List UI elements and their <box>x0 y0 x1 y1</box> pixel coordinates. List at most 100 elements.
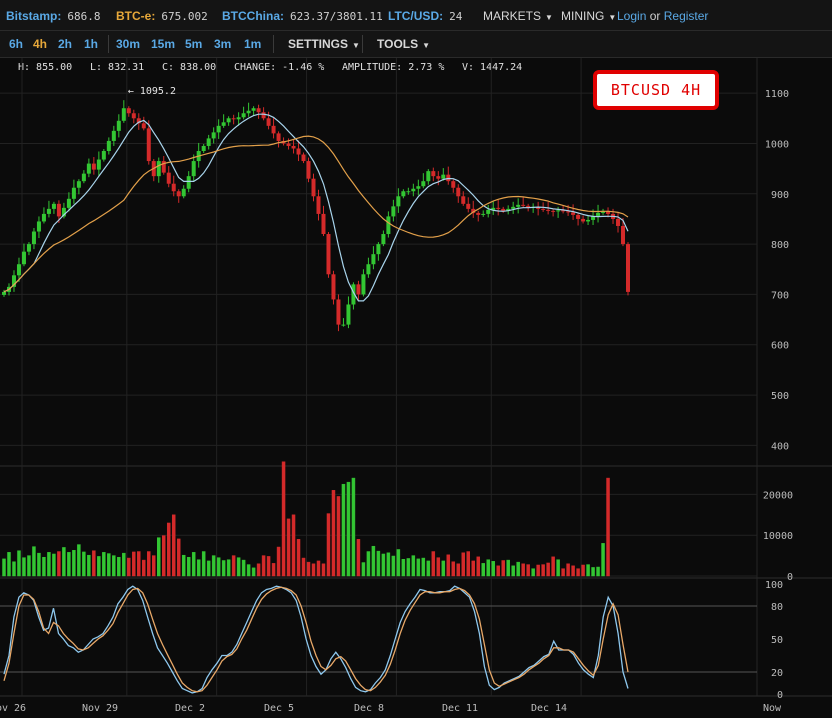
mining-menu[interactable]: MINING ▼ <box>561 9 616 23</box>
volume-bar <box>17 550 21 577</box>
date-tick-label: Dec 2 <box>175 703 205 714</box>
volume-bar <box>157 537 161 577</box>
volume-tick-label: 10000 <box>763 531 793 542</box>
volume-bar <box>67 552 71 577</box>
candle-body <box>2 291 6 295</box>
candle-body <box>421 181 426 187</box>
volume-bar <box>171 514 176 577</box>
candle-body <box>401 191 406 197</box>
toolbar-divider <box>273 35 274 53</box>
candle-body <box>126 108 131 114</box>
volume-bar <box>486 559 490 577</box>
ticker-bitstamp[interactable]: Bitstamp: 686.8 <box>6 9 100 23</box>
register-link[interactable]: Register <box>664 9 709 23</box>
volume-bar <box>421 557 426 577</box>
period-1m-button[interactable]: 1m <box>244 37 261 51</box>
candle-body <box>571 212 576 215</box>
candle-body <box>26 244 31 252</box>
volume-bar <box>566 563 570 577</box>
candle-body <box>546 209 551 211</box>
candle-body <box>146 128 151 162</box>
volume-bar <box>436 557 441 577</box>
volume-bar <box>231 555 236 577</box>
period-1h-button[interactable]: 1h <box>84 37 98 51</box>
candle-body <box>241 113 246 118</box>
period-30m-button[interactable]: 30m <box>116 37 140 51</box>
volume-bar <box>591 567 595 577</box>
candle-body <box>526 205 531 208</box>
candle-body <box>301 154 306 162</box>
volume-bar <box>186 556 191 577</box>
volume-bar <box>22 557 26 577</box>
candle-body <box>36 221 41 232</box>
volume-bar <box>236 557 241 577</box>
ticker-ltcusd[interactable]: LTC/USD: 24 <box>388 9 462 23</box>
candle-body <box>351 284 356 305</box>
volume-bar <box>206 560 211 577</box>
volume-bar <box>166 522 171 577</box>
volume-bar <box>446 554 451 577</box>
period-15m-button[interactable]: 15m <box>151 37 175 51</box>
volume-bar <box>336 496 341 577</box>
candle-body <box>206 138 211 146</box>
candle-body <box>611 213 616 219</box>
candle-body <box>446 174 451 182</box>
volume-bar <box>601 543 605 577</box>
stochastic-k-line <box>3 585 629 694</box>
ticker-btce[interactable]: BTC-e: 675.002 <box>116 9 208 23</box>
candle-body <box>161 161 166 173</box>
stochastic-d-line <box>3 586 629 693</box>
markets-menu[interactable]: MARKETS ▼ <box>483 9 553 23</box>
volume-bar <box>606 477 610 577</box>
candle-body <box>406 191 411 193</box>
candle-body <box>521 204 526 206</box>
volume-bar <box>386 552 391 577</box>
candle-body <box>556 210 561 212</box>
candle-body <box>216 125 221 133</box>
login-link[interactable]: Login <box>617 9 646 23</box>
volume-bar <box>276 546 281 577</box>
volume-bar <box>501 560 505 577</box>
tools-menu[interactable]: TOOLS ▼ <box>377 37 430 51</box>
period-3m-button[interactable]: 3m <box>214 37 231 51</box>
candle-body <box>71 187 76 199</box>
date-tick-label: Nov 29 <box>82 703 118 714</box>
candle-body <box>491 207 496 210</box>
volume-bar <box>396 549 401 577</box>
candle-body <box>576 214 581 219</box>
candle-body <box>486 209 491 214</box>
volume-bar <box>147 551 151 577</box>
volume-bar <box>62 547 66 577</box>
volume-bar <box>107 553 111 577</box>
volume-bar <box>246 564 251 577</box>
candle-body <box>331 274 336 300</box>
candle-body <box>101 151 106 160</box>
volume-bar <box>181 554 186 577</box>
period-6h-button[interactable]: 6h <box>9 37 23 51</box>
candle-body <box>426 171 431 182</box>
date-tick-label: Nov 26 <box>0 703 26 714</box>
period-2h-button[interactable]: 2h <box>58 37 72 51</box>
candle-body <box>91 163 96 170</box>
volume-bar <box>72 550 76 577</box>
period-4h-button[interactable]: 4h <box>33 37 47 51</box>
volume-bar <box>476 556 480 577</box>
candle-body <box>581 218 586 222</box>
mining-menu-label: MINING <box>561 9 605 23</box>
volume-bar <box>496 565 500 577</box>
settings-menu[interactable]: SETTINGS ▼ <box>288 37 360 51</box>
volume-bar <box>97 556 101 577</box>
volume-bar <box>201 551 206 577</box>
ticker-btcchina[interactable]: BTCChina: 623.37/3801.11 <box>222 9 383 23</box>
candle-body <box>11 275 16 287</box>
volume-bar <box>411 555 416 577</box>
info-change: CHANGE: -1.46 % <box>234 62 325 73</box>
volume-bar <box>47 552 51 577</box>
candle-body <box>591 215 596 220</box>
volume-bar <box>176 538 181 577</box>
period-5m-button[interactable]: 5m <box>185 37 202 51</box>
candle-body <box>106 140 111 151</box>
volume-bar <box>361 562 366 577</box>
volume-bar <box>451 561 456 577</box>
volume-bar <box>381 553 386 577</box>
